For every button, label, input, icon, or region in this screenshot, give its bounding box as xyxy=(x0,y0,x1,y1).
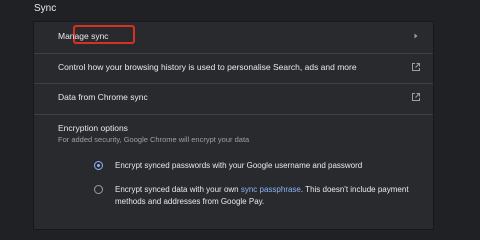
control-history-row[interactable]: Control how your browsing history is use… xyxy=(34,53,433,81)
external-link-icon[interactable] xyxy=(411,62,421,72)
data-from-sync-label: Data from Chrome sync xyxy=(58,92,148,102)
encrypt-passphrase-label: Encrypt synced data with your own sync p… xyxy=(115,184,415,208)
sync-card: Manage sync Control how your browsing hi… xyxy=(34,22,433,229)
encrypt-passphrase-text-before: Encrypt synced data with your own xyxy=(115,185,241,194)
manage-sync-label: Manage sync xyxy=(58,31,109,41)
settings-page: Sync Manage sync Control how your browsi… xyxy=(0,0,480,229)
radio-unchecked-icon[interactable] xyxy=(94,185,103,194)
control-history-label: Control how your browsing history is use… xyxy=(58,62,357,72)
encrypt-passwords-option[interactable]: Encrypt synced passwords with your Googl… xyxy=(94,160,415,172)
encryption-title: Encryption options xyxy=(58,123,128,133)
encrypt-passwords-label: Encrypt synced passwords with your Googl… xyxy=(115,161,363,170)
encryption-subtitle: For added security, Google Chrome will e… xyxy=(58,135,250,144)
encrypt-passphrase-option[interactable]: Encrypt synced data with your own sync p… xyxy=(94,184,415,208)
data-from-sync-row[interactable]: Data from Chrome sync xyxy=(34,83,433,111)
divider xyxy=(34,114,433,115)
sync-passphrase-link[interactable]: sync passphrase xyxy=(241,185,301,194)
external-link-icon[interactable] xyxy=(411,92,421,102)
chevron-right-icon[interactable] xyxy=(411,31,421,41)
radio-checked-icon[interactable] xyxy=(94,161,103,170)
manage-sync-row[interactable]: Manage sync xyxy=(58,22,421,50)
section-title: Sync xyxy=(34,3,57,14)
